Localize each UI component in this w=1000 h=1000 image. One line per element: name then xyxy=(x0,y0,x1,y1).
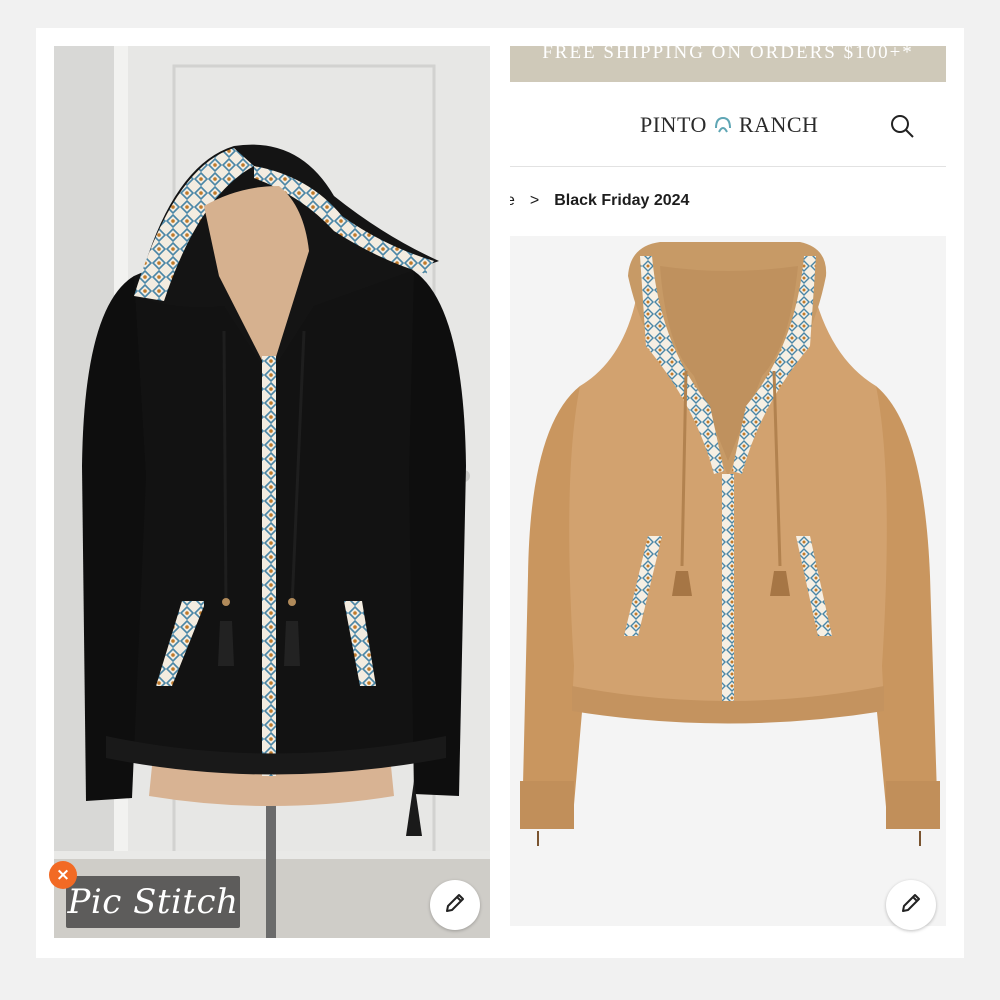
brand-name-left: PINTO xyxy=(640,112,707,137)
promo-banner-text: FREE SHIPPING ON ORDERS $100+* xyxy=(542,46,914,63)
search-icon[interactable] xyxy=(888,112,916,140)
edit-left-button[interactable] xyxy=(430,880,480,930)
breadcrumb-partial[interactable]: e xyxy=(510,192,515,210)
close-icon[interactable]: × xyxy=(49,861,77,889)
breadcrumb-separator: > xyxy=(529,192,540,209)
edit-right-button[interactable] xyxy=(886,880,936,930)
store-screenshot: FREE SHIPPING ON ORDERS $100+* PINTO RAN… xyxy=(510,46,946,926)
brand-name-right: RANCH xyxy=(738,112,819,137)
tan-hoodie-product-image[interactable] xyxy=(510,236,946,926)
pic-stitch-watermark: Pic Stitch xyxy=(66,876,240,928)
site-header: PINTO RANCH xyxy=(510,82,946,167)
horseshoe-logo-icon xyxy=(712,114,734,136)
black-hoodie-photo xyxy=(54,46,490,938)
promo-banner[interactable]: FREE SHIPPING ON ORDERS $100+* xyxy=(510,46,946,82)
brand-logo[interactable]: PINTO RANCH xyxy=(640,112,818,138)
breadcrumb-current: Black Friday 2024 xyxy=(554,192,690,209)
pencil-icon xyxy=(899,891,923,920)
pencil-icon xyxy=(443,891,467,920)
breadcrumb: e > Black Friday 2024 xyxy=(510,190,689,212)
